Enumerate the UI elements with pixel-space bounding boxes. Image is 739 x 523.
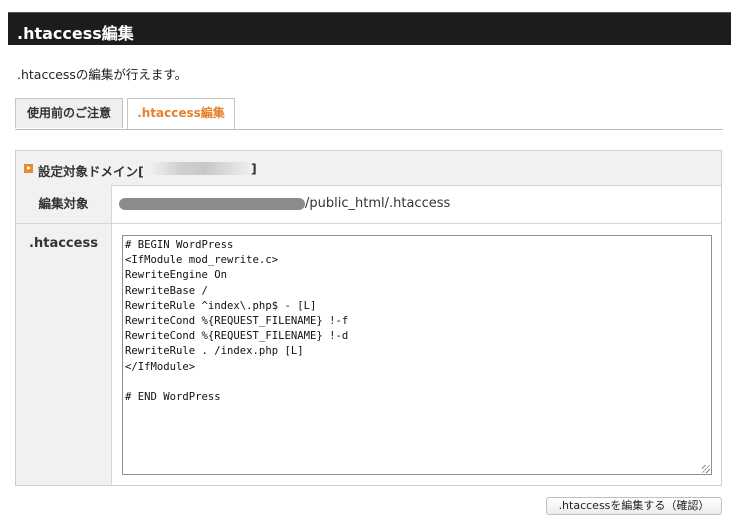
tab-bar: 使用前のご注意 .htaccess編集	[15, 98, 723, 129]
tab-divider	[15, 129, 723, 130]
page-title: .htaccess編集	[17, 24, 134, 43]
tab-htaccess-edit[interactable]: .htaccess編集	[127, 98, 235, 129]
target-row: 編集対象 /public_html/.htaccess	[16, 185, 721, 224]
settings-panel: 設定対象ドメイン[ ] 編集対象 /public_html/.htaccess …	[15, 150, 722, 486]
panel-title-close: ]	[251, 161, 257, 176]
target-path: /public_html/.htaccess	[305, 196, 451, 211]
panel-title: 設定対象ドメイン[	[38, 164, 144, 179]
page-description: .htaccessの編集が行えます。	[17, 67, 188, 82]
htaccess-row: .htaccess # BEGIN WordPress <IfModule mo…	[16, 224, 721, 485]
resize-handle-icon[interactable]	[702, 465, 710, 473]
path-redacted	[119, 198, 305, 210]
edit-confirm-button[interactable]: .htaccessを編集する（確認）	[546, 497, 722, 515]
htaccess-editor[interactable]: # BEGIN WordPress <IfModule mod_rewrite.…	[122, 235, 712, 475]
tab-precautions[interactable]: 使用前のご注意	[15, 98, 123, 128]
domain-redacted	[150, 162, 250, 175]
panel-header: 設定対象ドメイン[ ]	[16, 151, 721, 186]
htaccess-label: .htaccess	[16, 224, 112, 485]
target-label: 編集対象	[16, 185, 112, 223]
arrow-bullet-icon	[24, 164, 33, 173]
page-header: .htaccess編集	[8, 12, 731, 45]
